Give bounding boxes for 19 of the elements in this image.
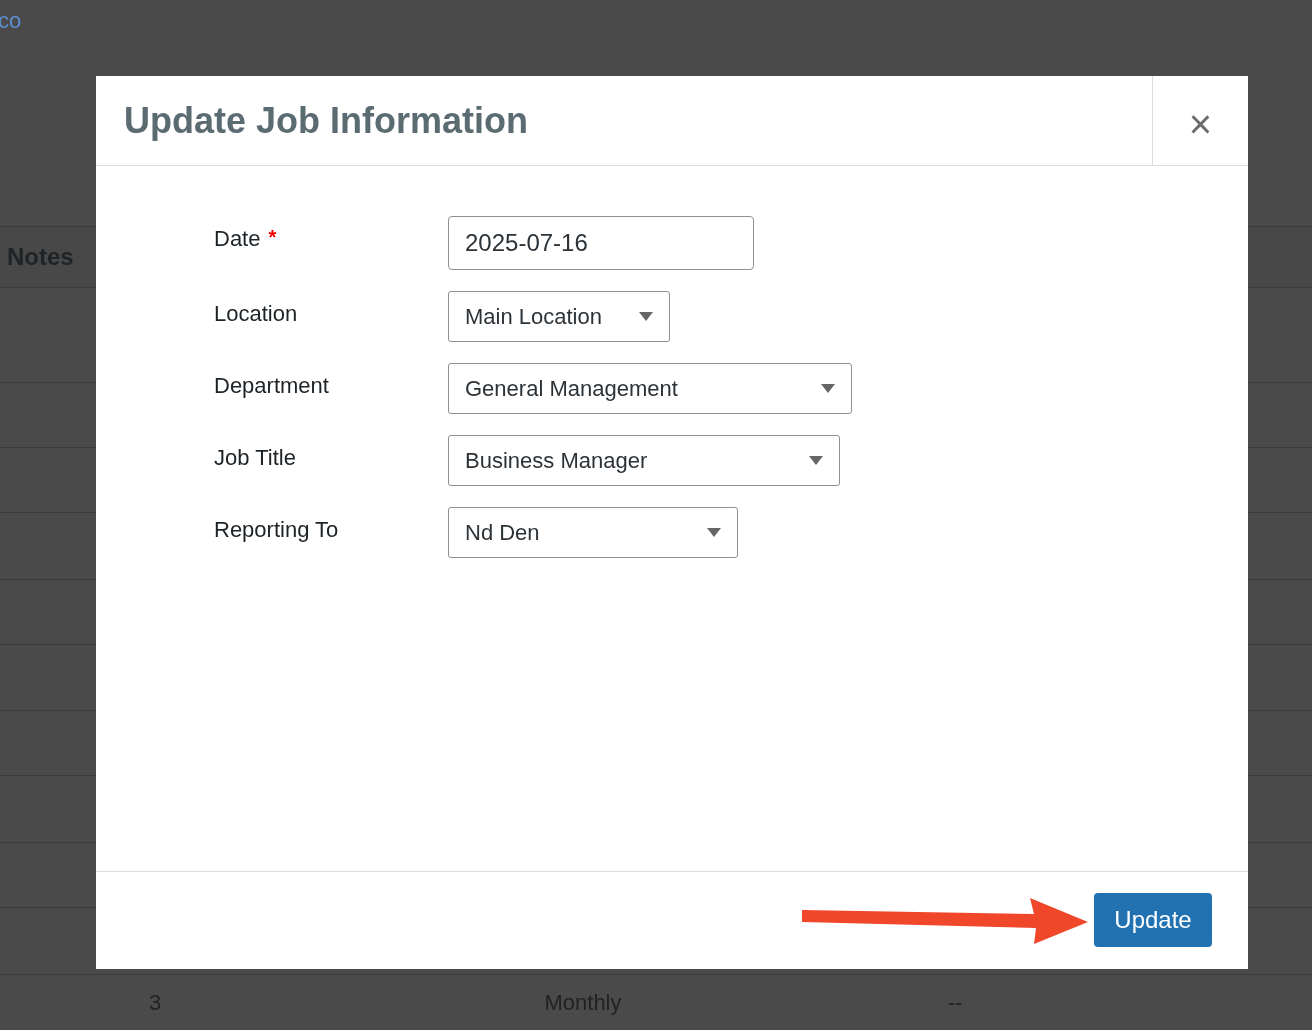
dropdown-triangle-icon: [707, 528, 721, 537]
update-button[interactable]: Update: [1094, 892, 1212, 947]
field-label: Reporting To: [214, 516, 339, 544]
dropdown-triangle-icon: [639, 312, 653, 321]
select-dropdown[interactable]: Business Manager: [448, 435, 840, 486]
date-input-field[interactable]: 2025-07-16: [448, 216, 754, 270]
required-asterisk: *: [268, 225, 277, 250]
table-cell-text: --: [947, 989, 963, 1017]
field-label: Department: [214, 372, 329, 400]
select-dropdown[interactable]: Main Location: [448, 291, 670, 342]
dropdown-triangle-icon: [809, 456, 823, 465]
field-label: Location: [214, 300, 298, 328]
select-dropdown[interactable]: General Management: [448, 363, 852, 414]
field-label: Date: [214, 225, 261, 253]
dropdown-triangle-icon: [821, 384, 835, 393]
dialog-title: Update Job Information: [124, 98, 528, 143]
field-label: Job Title: [214, 444, 296, 472]
select-dropdown[interactable]: Nd Den: [448, 507, 738, 558]
close-button[interactable]: ×: [1152, 76, 1248, 165]
